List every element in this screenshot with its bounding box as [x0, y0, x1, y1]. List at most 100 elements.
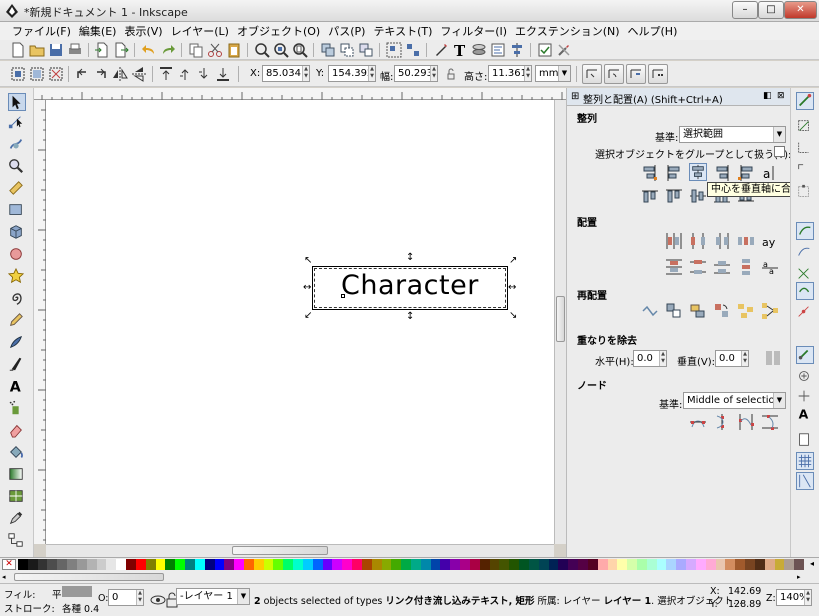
palette-swatch[interactable] [617, 559, 628, 570]
exchange-selection-order-icon[interactable] [665, 302, 683, 320]
palette-swatch[interactable] [145, 559, 157, 570]
clone-icon[interactable] [339, 42, 355, 58]
snap-grids-icon[interactable] [796, 452, 814, 470]
palette-swatch[interactable] [401, 559, 412, 570]
palette-swatch[interactable] [754, 559, 766, 570]
menu-help[interactable]: ヘルプ(H) [624, 23, 682, 39]
document-properties-icon[interactable] [537, 42, 553, 58]
palette-swatch[interactable] [312, 559, 324, 570]
snap-paths-icon[interactable] [796, 244, 814, 262]
unclump-icon[interactable] [761, 302, 779, 320]
snap-bbox-corners-icon[interactable] [796, 162, 814, 180]
palette-swatch[interactable] [185, 559, 196, 570]
palette-swatch[interactable] [391, 559, 402, 570]
cut-icon[interactable] [207, 42, 223, 58]
gradient-tool-icon[interactable] [8, 466, 26, 484]
palette-swatch[interactable] [175, 559, 186, 570]
palette-swatch[interactable] [18, 559, 29, 570]
palette-swatch[interactable] [234, 559, 245, 570]
fill-swatch[interactable] [62, 586, 92, 597]
flip-vertical-icon[interactable] [131, 66, 147, 82]
palette-swatch[interactable] [224, 559, 235, 570]
text-font-icon[interactable]: T [452, 42, 468, 58]
vertical-scroll-thumb[interactable] [556, 296, 565, 342]
palette-swatch[interactable] [57, 559, 68, 570]
snap-nodes-icon[interactable] [796, 222, 814, 240]
palette-swatch[interactable] [430, 559, 441, 570]
palette-swatch[interactable] [489, 559, 500, 570]
ungroup-icon[interactable] [405, 42, 421, 58]
palette-swatch[interactable] [155, 559, 166, 570]
palette-swatch[interactable] [519, 559, 530, 570]
palette-swatch[interactable] [469, 559, 481, 570]
distribute-bottom-edges-icon[interactable] [713, 258, 731, 276]
lower-icon[interactable] [196, 66, 212, 82]
text-tool-icon[interactable]: A [8, 378, 26, 396]
palette-scrollbar[interactable]: ◂ ▸ [0, 571, 819, 583]
tweak-tool-icon[interactable] [8, 136, 26, 154]
import-icon[interactable] [94, 42, 110, 58]
palette-swatch[interactable] [784, 559, 795, 570]
snap-centers-icon[interactable] [796, 368, 814, 386]
ellipse-tool-icon[interactable] [8, 246, 26, 264]
palette-swatch[interactable] [695, 559, 707, 570]
palette-swatch[interactable] [450, 559, 461, 570]
select-all-layers-icon[interactable] [29, 66, 45, 82]
palette-swatch[interactable] [568, 559, 579, 570]
zoom-selection-icon[interactable] [254, 42, 270, 58]
distribute-baselines-horizontal-icon[interactable]: ay [761, 232, 779, 250]
palette-swatch[interactable] [116, 559, 127, 570]
connector-tool-icon[interactable] [8, 532, 26, 550]
maximize-button[interactable]: □ [758, 1, 784, 19]
zoom-page-icon[interactable] [292, 42, 308, 58]
palette-swatch[interactable] [587, 559, 599, 570]
palette-swatch[interactable] [381, 559, 392, 570]
minimize-button[interactable]: – [732, 1, 758, 19]
distribute-baselines-vertical-icon[interactable]: aa [761, 258, 779, 276]
align-top-edges-icon[interactable] [665, 187, 683, 205]
copy-icon[interactable] [188, 42, 204, 58]
snap-midpoints-icon[interactable] [796, 304, 814, 322]
move-gradients-button[interactable] [626, 64, 646, 84]
distribute-nodes-vertical-icon[interactable] [761, 413, 779, 431]
palette-swatch[interactable] [509, 559, 520, 570]
palette-scroll-right-icon[interactable]: ▸ [797, 573, 805, 581]
rotate-ccw-icon[interactable] [74, 66, 90, 82]
unlink-clone-icon[interactable] [358, 42, 374, 58]
duplicate-icon[interactable] [320, 42, 336, 58]
menu-edit[interactable]: 編集(E) [75, 23, 121, 39]
distribute-right-edges-icon[interactable] [713, 232, 731, 250]
spray-tool-icon[interactable] [8, 400, 26, 418]
palette-swatch[interactable] [666, 559, 677, 570]
palette-swatch[interactable] [263, 559, 274, 570]
distribute-centers-vertical-icon[interactable] [689, 258, 707, 276]
paste-icon[interactable] [226, 42, 242, 58]
menu-layer[interactable]: レイヤー(L) [167, 23, 233, 39]
export-icon[interactable] [113, 42, 129, 58]
palette-swatch[interactable] [76, 559, 88, 570]
palette-swatch[interactable] [646, 559, 658, 570]
snap-rotation-center-icon[interactable] [796, 388, 814, 406]
palette-swatch[interactable] [499, 559, 510, 570]
palette-swatch[interactable] [371, 559, 382, 570]
remove-overlaps-icon[interactable] [764, 349, 782, 367]
scale-handle-s-icon[interactable]: ↕ [406, 312, 414, 322]
palette-swatch[interactable] [558, 559, 569, 570]
palette-swatch[interactable] [597, 559, 608, 570]
vertical-scrollbar[interactable] [554, 100, 566, 544]
align-baseline-horizontal-icon[interactable]: a [761, 164, 779, 182]
palette-swatch[interactable] [332, 559, 343, 570]
undo-icon[interactable] [141, 42, 157, 58]
new-document-icon[interactable] [10, 42, 26, 58]
deselect-icon[interactable] [48, 66, 64, 82]
menu-view[interactable]: 表示(V) [120, 23, 166, 39]
palette-swatch[interactable] [528, 559, 540, 570]
preferences-icon[interactable] [556, 42, 572, 58]
palette-swatch[interactable] [745, 559, 756, 570]
scale-handle-sw-icon[interactable]: ↙ [304, 311, 312, 321]
palette-swatch[interactable] [725, 559, 736, 570]
menu-file[interactable]: ファイル(F) [8, 23, 75, 39]
palette-swatch[interactable] [774, 559, 785, 570]
current-layer-select[interactable]: -レイヤー 1 ▼ [176, 588, 250, 605]
zoom-tool-icon[interactable] [8, 158, 26, 176]
